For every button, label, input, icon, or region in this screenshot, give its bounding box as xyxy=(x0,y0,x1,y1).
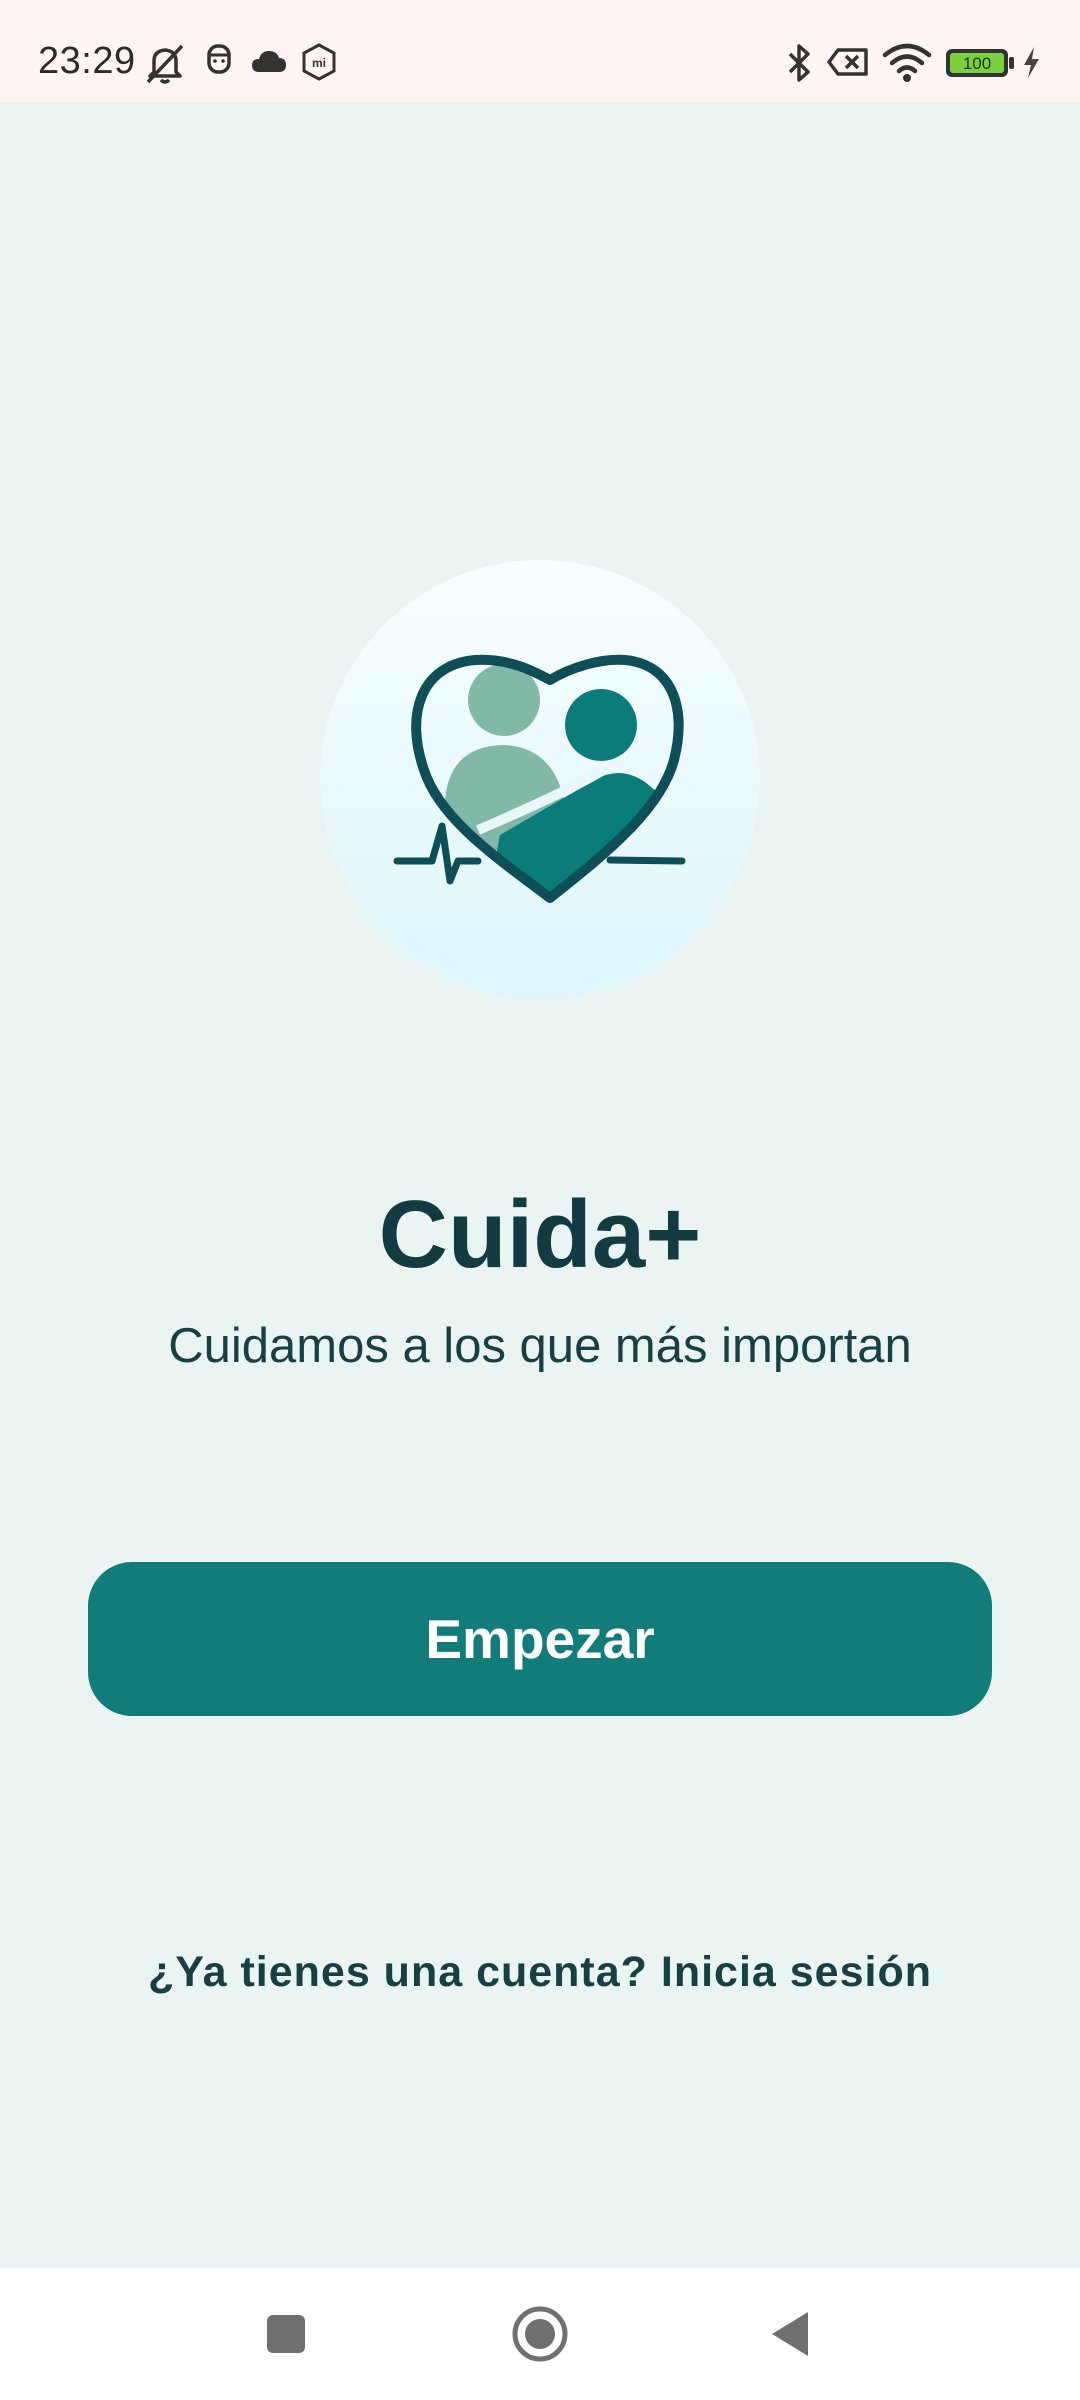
sim-x-icon xyxy=(826,42,870,86)
start-button[interactable]: Empezar xyxy=(88,1562,992,1716)
mi-icon: mi xyxy=(300,42,338,86)
home-icon[interactable] xyxy=(502,2296,578,2372)
svg-text:mi: mi xyxy=(312,56,326,70)
cloud-icon xyxy=(250,42,288,86)
recents-icon[interactable] xyxy=(248,2296,324,2372)
status-time: 23:29 xyxy=(38,40,136,82)
status-bar: 23:29 mi 100 xyxy=(0,0,1080,102)
wifi-icon xyxy=(882,42,932,86)
start-button-label: Empezar xyxy=(425,1608,655,1670)
battery-level-text: 100 xyxy=(963,54,991,73)
heart-family-icon xyxy=(393,654,686,903)
navigation-bar xyxy=(0,2268,1080,2400)
battery-icon: 100 xyxy=(944,42,1016,86)
mute-icon xyxy=(142,42,188,86)
welcome-screen: 23:29 mi 100 Cuida+ Cuidamos a los que m… xyxy=(0,0,1080,2400)
app-logo xyxy=(320,560,760,1000)
face-icon xyxy=(204,42,234,86)
bluetooth-icon xyxy=(784,42,814,86)
back-icon[interactable] xyxy=(752,2296,828,2372)
charging-icon xyxy=(1020,42,1042,86)
app-tagline: Cuidamos a los que más importan xyxy=(168,1319,912,1373)
app-title: Cuida+ xyxy=(378,1181,702,1288)
login-link[interactable]: ¿Ya tienes una cuenta? Inicia sesión xyxy=(0,1948,1080,1997)
